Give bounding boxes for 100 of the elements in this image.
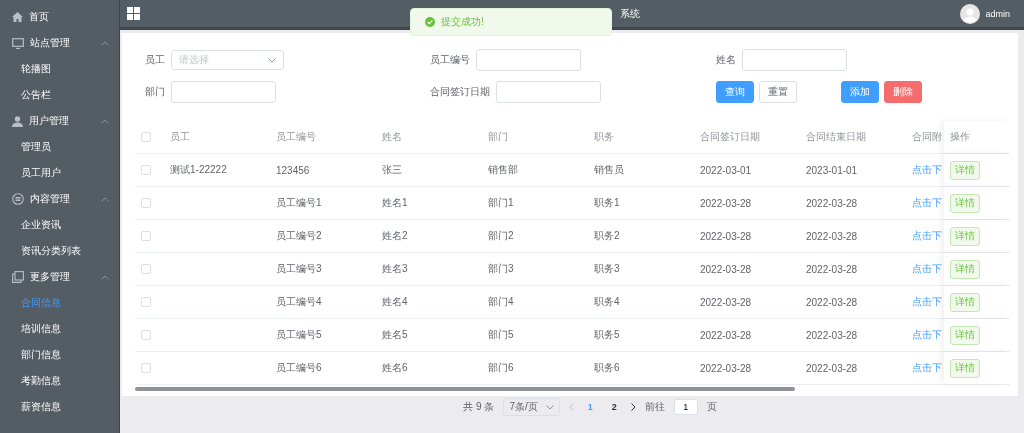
table-cell: 姓名3 <box>382 262 408 276</box>
page-input[interactable]: 1 <box>673 399 698 415</box>
table-cell: 姓名6 <box>382 361 408 375</box>
table-cell: 2022-03-01 <box>700 164 752 176</box>
table-cell: 部门1 <box>488 196 514 210</box>
column-header: 员工 <box>170 130 190 144</box>
download-link[interactable]: 点击下 <box>912 229 942 243</box>
page-number[interactable]: 1 <box>582 402 598 412</box>
download-link[interactable]: 点击下 <box>912 262 942 276</box>
column-header: 员工编号 <box>276 130 316 144</box>
action-button[interactable]: 重置 <box>759 81 797 103</box>
table-cell: 2022-03-28 <box>806 230 858 242</box>
dropdown-caret-icon <box>545 404 554 410</box>
action-button[interactable]: 删除 <box>884 81 922 103</box>
submenu-item[interactable]: 企业资讯 <box>0 212 61 238</box>
field-label: 部门 <box>145 85 165 99</box>
table-cell: 姓名5 <box>382 328 408 342</box>
detail-button[interactable]: 详情 <box>950 193 980 213</box>
checkbox[interactable] <box>141 132 151 142</box>
column-header: 合同结束日期 <box>806 130 866 144</box>
input-field[interactable] <box>476 49 581 71</box>
download-link[interactable]: 点击下 <box>912 295 942 309</box>
submenu-item[interactable]: 管理员 <box>0 134 51 160</box>
action-button[interactable]: 添加 <box>841 81 879 103</box>
table-cell: 部门3 <box>488 262 514 276</box>
table-cell: 职务2 <box>594 229 620 243</box>
checkbox[interactable] <box>141 363 151 373</box>
column-header: 姓名 <box>382 130 402 144</box>
table-cell: 2022-03-28 <box>700 197 752 209</box>
submenu-item[interactable]: 资讯分类列表 <box>0 238 81 264</box>
page-size-select[interactable]: 7条/页 <box>503 398 560 416</box>
table-cell: 2022-03-28 <box>806 263 858 275</box>
submenu-item[interactable]: 公告栏 <box>0 82 51 108</box>
previous-page-icon[interactable] <box>568 403 574 411</box>
menu-group[interactable]: 用户管理 <box>0 108 119 134</box>
table-cell: 员工编号5 <box>276 328 322 342</box>
copy-icon <box>12 271 24 283</box>
detail-button[interactable]: 详情 <box>950 259 980 279</box>
detail-button[interactable]: 详情 <box>950 325 980 345</box>
field-label: 员工 <box>145 53 165 67</box>
column-header: 合同附 <box>912 130 942 144</box>
download-link[interactable]: 点击下 <box>912 163 942 177</box>
detail-button[interactable]: 详情 <box>950 358 980 378</box>
download-link[interactable]: 点击下 <box>912 196 942 210</box>
monitor-icon <box>12 37 24 49</box>
menu-item[interactable]: 首页 <box>0 4 119 30</box>
menu-group[interactable]: 内容管理 <box>0 186 119 212</box>
grid-icon[interactable] <box>127 7 140 20</box>
menu-group[interactable]: 站点管理 <box>0 30 119 56</box>
detail-button[interactable]: 详情 <box>950 160 980 180</box>
table-cell: 员工编号6 <box>276 361 322 375</box>
table-cell: 员工编号3 <box>276 262 322 276</box>
submenu-item[interactable]: 考勤信息 <box>0 368 61 394</box>
table-cell: 姓名1 <box>382 196 408 210</box>
checkbox[interactable] <box>141 297 151 307</box>
input-field[interactable] <box>496 81 601 103</box>
submenu-item[interactable]: 轮播图 <box>0 56 51 82</box>
table-cell: 员工编号4 <box>276 295 322 309</box>
table-cell: 员工编号2 <box>276 229 322 243</box>
column-header: 部门 <box>488 130 508 144</box>
table-cell: 2022-03-28 <box>700 329 752 341</box>
download-link[interactable]: 点击下 <box>912 361 942 375</box>
submenu-item[interactable]: 部门信息 <box>0 342 61 368</box>
table-cell: 2022-03-28 <box>700 296 752 308</box>
submenu-item[interactable]: 合同信息 <box>0 290 61 316</box>
table-cell: 职务3 <box>594 262 620 276</box>
table-cell: 2022-03-28 <box>700 230 752 242</box>
username: admin <box>985 8 1010 19</box>
avatar-icon[interactable] <box>960 3 981 24</box>
menu-group[interactable]: 更多管理 <box>0 264 119 290</box>
checkbox[interactable] <box>141 198 151 208</box>
table-cell: 2022-03-28 <box>806 296 858 308</box>
download-link[interactable]: 点击下 <box>912 328 942 342</box>
table-cell: 部门5 <box>488 328 514 342</box>
submenu-item[interactable]: 员工用户 <box>0 160 61 186</box>
detail-button[interactable]: 详情 <box>950 226 980 246</box>
table-cell: 部门2 <box>488 229 514 243</box>
table-cell: 部门4 <box>488 295 514 309</box>
page-number[interactable]: 2 <box>606 402 622 412</box>
action-button[interactable]: 查询 <box>716 81 754 103</box>
checkbox[interactable] <box>141 231 151 241</box>
table-cell: 销售员 <box>594 163 624 177</box>
page-suffix: 页 <box>706 400 717 414</box>
check-circle-icon <box>425 17 435 27</box>
checkbox[interactable] <box>141 165 151 175</box>
user-icon <box>12 115 23 127</box>
goto-label: 前往 <box>644 400 665 414</box>
submenu-item[interactable]: 薪资信息 <box>0 394 61 420</box>
checkbox[interactable] <box>141 330 151 340</box>
submenu-item[interactable]: 培训信息 <box>0 316 61 342</box>
table-cell: 2022-03-28 <box>700 362 752 374</box>
column-header: 操作 <box>950 130 970 144</box>
detail-button[interactable]: 详情 <box>950 292 980 312</box>
table-cell: 职务4 <box>594 295 620 309</box>
list-circle-icon <box>12 193 24 205</box>
input-field[interactable] <box>171 81 276 103</box>
next-page-icon[interactable] <box>630 403 636 411</box>
toast-message: 提交成功! <box>441 15 484 29</box>
checkbox[interactable] <box>141 264 151 274</box>
input-field[interactable] <box>742 49 847 71</box>
